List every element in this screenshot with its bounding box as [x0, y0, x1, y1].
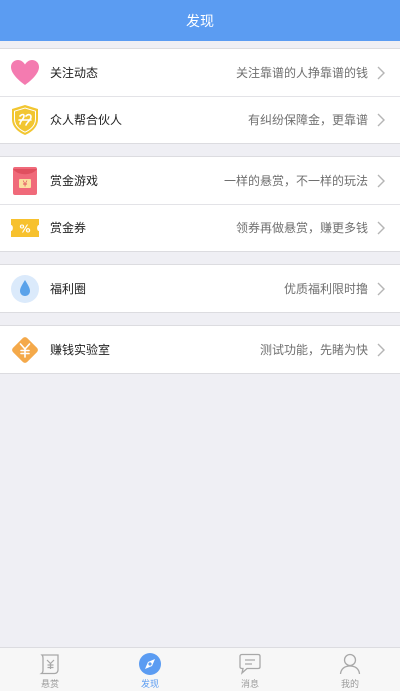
- tab-me[interactable]: 我的: [300, 648, 400, 691]
- tab-label: 消息: [240, 680, 259, 690]
- chevron-right-icon: [372, 341, 390, 359]
- tab-discover[interactable]: 发现: [100, 648, 200, 691]
- red-envelope-icon: ¥: [10, 166, 40, 196]
- coupon-icon: %: [10, 213, 40, 243]
- heart-icon: [10, 58, 40, 88]
- row-description: 一样的悬赏，不一样的玩法: [223, 174, 368, 188]
- row-title: 关注动态: [50, 66, 99, 80]
- row-title: 赏金游戏: [50, 174, 99, 188]
- row-title: 众人帮合伙人: [50, 113, 123, 127]
- row-bounty-coupon[interactable]: % 赏金券 领券再做悬赏，赚更多钱: [0, 204, 400, 251]
- page-title: 发现: [186, 13, 214, 30]
- row-follow-feed[interactable]: 关注动态 关注靠谱的人挣靠谱的钱: [0, 49, 400, 96]
- row-title: 福利圈: [50, 282, 87, 296]
- chevron-right-icon: [372, 172, 390, 190]
- chevron-right-icon: [372, 64, 390, 82]
- reward-scroll-icon: [37, 652, 63, 676]
- row-money-lab[interactable]: 赚钱实验室 测试功能，先睹为快: [0, 326, 400, 373]
- partner-shield-icon: [10, 104, 40, 135]
- row-bounty-game[interactable]: ¥ 赏金游戏 一样的悬赏，不一样的玩法: [0, 157, 400, 204]
- row-description: 优质福利限时撸: [283, 282, 368, 296]
- tab-label: 悬赏: [40, 680, 59, 690]
- yuan-diamond-icon: [10, 335, 40, 365]
- chevron-right-icon: [372, 280, 390, 298]
- row-description: 有纠纷保障金，更靠谱: [247, 113, 368, 127]
- row-description: 关注靠谱的人挣靠谱的钱: [235, 66, 368, 80]
- row-welfare-circle[interactable]: 福利圈 优质福利限时撸: [0, 265, 400, 312]
- row-partner[interactable]: 众人帮合伙人 有纠纷保障金，更靠谱: [0, 96, 400, 143]
- discover-compass-icon: [137, 652, 163, 676]
- row-title: 赏金券: [50, 221, 87, 235]
- svg-text:¥: ¥: [22, 179, 27, 188]
- row-description: 领券再做悬赏，赚更多钱: [235, 221, 368, 235]
- svg-text:%: %: [19, 222, 30, 235]
- tab-label: 我的: [340, 680, 359, 690]
- chevron-right-icon: [372, 111, 390, 129]
- group-lab: 赚钱实验室 测试功能，先睹为快: [0, 325, 400, 374]
- water-drop-icon: [10, 274, 40, 304]
- chevron-right-icon: [372, 219, 390, 237]
- row-description: 测试功能，先睹为快: [259, 343, 368, 357]
- tab-label: 发现: [140, 680, 159, 690]
- tab-messages[interactable]: 消息: [200, 648, 300, 691]
- bottom-tab-bar: 悬赏 发现 消息 我的: [0, 647, 400, 691]
- row-title: 赚钱实验室: [50, 343, 111, 357]
- message-bubble-icon: [237, 652, 263, 676]
- top-bar: 发现: [0, 0, 400, 41]
- group-bounty: ¥ 赏金游戏 一样的悬赏，不一样的玩法 % 赏金券 领券再做悬赏，赚更多钱: [0, 156, 400, 252]
- group-follow: 关注动态 关注靠谱的人挣靠谱的钱 众人帮合伙人 有纠纷保障金，更靠谱: [0, 48, 400, 144]
- group-welfare: 福利圈 优质福利限时撸: [0, 264, 400, 313]
- tab-reward[interactable]: 悬赏: [0, 648, 100, 691]
- person-icon: [337, 652, 363, 676]
